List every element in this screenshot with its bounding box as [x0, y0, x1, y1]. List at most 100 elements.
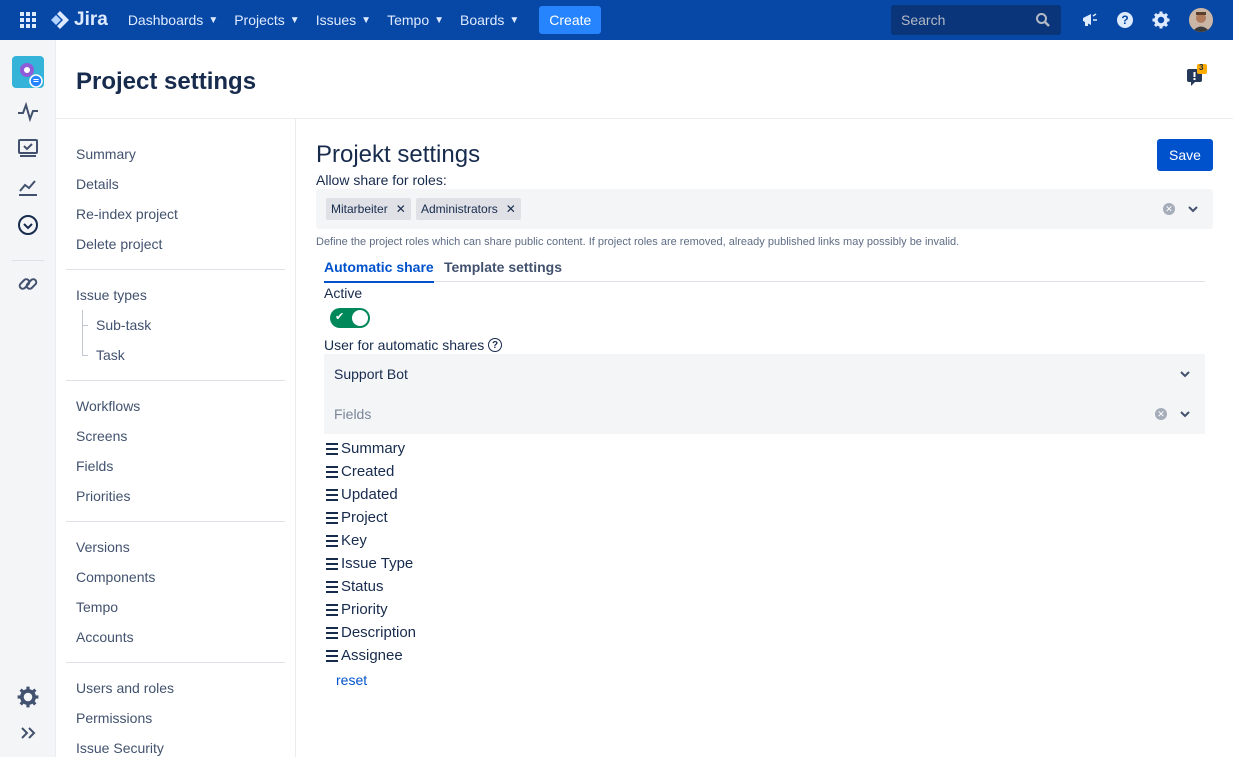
- sidebar-item-details[interactable]: Details: [66, 169, 285, 199]
- sidebar-item-users-and-roles[interactable]: Users and roles: [66, 673, 285, 703]
- field-label: Summary: [341, 440, 406, 457]
- chevron-down-icon[interactable]: [1188, 204, 1198, 214]
- remove-chip-icon[interactable]: ✕: [396, 202, 406, 216]
- search-icon: [1036, 13, 1050, 27]
- nav-tempo[interactable]: Tempo ▼: [379, 0, 452, 40]
- reset-link[interactable]: reset: [336, 672, 367, 688]
- project-avatar-icon[interactable]: [12, 56, 44, 88]
- help-icon[interactable]: ?: [1115, 10, 1135, 30]
- megaphone-icon[interactable]: [1080, 10, 1100, 30]
- toggle-knob: [352, 310, 368, 326]
- sidebar-item-tempo[interactable]: Tempo: [66, 592, 285, 622]
- sidebar-item-screens[interactable]: Screens: [66, 421, 285, 451]
- search-input[interactable]: Search: [891, 5, 1061, 35]
- list-item[interactable]: Status: [326, 575, 416, 598]
- sidebar-item-sub-task[interactable]: Sub-task: [66, 310, 285, 340]
- sidebar-item-issue-types[interactable]: Issue types: [66, 280, 285, 310]
- remove-chip-icon[interactable]: ✕: [506, 202, 516, 216]
- active-label: Active: [324, 285, 363, 301]
- drag-handle-icon[interactable]: [326, 648, 340, 663]
- settings-heading: Projekt settings: [316, 141, 481, 168]
- tab-bar: Automatic share Template settings: [324, 255, 1205, 283]
- drag-handle-icon[interactable]: [326, 441, 340, 456]
- list-item[interactable]: Description: [326, 621, 416, 644]
- save-button[interactable]: Save: [1157, 139, 1213, 171]
- user-select[interactable]: Support Bot: [324, 354, 1205, 394]
- role-chip-label: Administrators: [421, 202, 498, 216]
- sidebar-item-delete-project[interactable]: Delete project: [66, 229, 285, 259]
- chevron-down-icon: ▼: [361, 14, 372, 26]
- tab-template-settings[interactable]: Template settings: [444, 259, 562, 275]
- user-avatar[interactable]: [1189, 8, 1213, 32]
- user-label: User for automatic shares: [324, 337, 485, 353]
- tab-automatic-share[interactable]: Automatic share: [324, 259, 434, 283]
- fields-placeholder: Fields: [334, 406, 372, 422]
- sidebar-item-issue-security[interactable]: Issue Security: [66, 733, 285, 763]
- gear-icon[interactable]: [1151, 10, 1171, 30]
- list-item[interactable]: Project: [326, 506, 416, 529]
- sidebar-item-task[interactable]: Task: [66, 340, 285, 370]
- list-item[interactable]: Summary: [326, 437, 416, 460]
- drag-handle-icon[interactable]: [326, 602, 340, 617]
- drag-handle-icon[interactable]: [326, 510, 340, 525]
- link-icon[interactable]: [16, 272, 40, 296]
- active-toggle[interactable]: ✔: [330, 308, 370, 328]
- chevron-down-icon[interactable]: [1180, 369, 1190, 379]
- sidebar-group-schemes: Workflows Screens Fields Priorities: [56, 391, 295, 511]
- sidebar-item-versions[interactable]: Versions: [66, 532, 285, 562]
- nav-boards[interactable]: Boards ▼: [452, 0, 527, 40]
- list-item[interactable]: Priority: [326, 598, 416, 621]
- reports-icon[interactable]: [16, 175, 40, 199]
- jira-logo-icon: [51, 11, 69, 29]
- field-label: Status: [341, 578, 384, 595]
- drag-handle-icon[interactable]: [326, 464, 340, 479]
- question-icon[interactable]: ?: [488, 338, 502, 352]
- nav-dashboards[interactable]: Dashboards ▼: [120, 0, 226, 40]
- chevron-down-icon[interactable]: [1180, 409, 1190, 419]
- list-item[interactable]: Issue Type: [326, 552, 416, 575]
- sidebar-item-permissions[interactable]: Permissions: [66, 703, 285, 733]
- fields-select[interactable]: Fields ✕: [324, 394, 1205, 434]
- clear-icon[interactable]: ✕: [1155, 408, 1167, 420]
- drag-handle-icon[interactable]: [326, 556, 340, 571]
- clear-icon[interactable]: ✕: [1163, 203, 1175, 215]
- settings-gear-icon[interactable]: [16, 685, 40, 709]
- list-item[interactable]: Key: [326, 529, 416, 552]
- list-item[interactable]: Assignee: [326, 644, 416, 667]
- sidebar-item-fields[interactable]: Fields: [66, 451, 285, 481]
- nav-issues[interactable]: Issues ▼: [308, 0, 379, 40]
- drag-handle-icon[interactable]: [326, 533, 340, 548]
- field-label: Priority: [341, 601, 388, 618]
- timer-icon[interactable]: [16, 213, 40, 237]
- app-switcher-icon[interactable]: [8, 0, 48, 40]
- field-label: Issue Type: [341, 555, 414, 572]
- feedback-notification-icon[interactable]: 3: [1186, 63, 1208, 93]
- sidebar-item-priorities[interactable]: Priorities: [66, 481, 285, 511]
- sidebar-item-components[interactable]: Components: [66, 562, 285, 592]
- search-placeholder: Search: [901, 12, 946, 28]
- drag-handle-icon[interactable]: [326, 487, 340, 502]
- sidebar-item-summary[interactable]: Summary: [66, 139, 285, 169]
- expand-icon[interactable]: [16, 721, 40, 745]
- drag-handle-icon[interactable]: [326, 579, 340, 594]
- sidebar-item-workflows[interactable]: Workflows: [66, 391, 285, 421]
- drag-handle-icon[interactable]: [326, 625, 340, 640]
- chevron-down-icon: ▼: [208, 14, 219, 26]
- list-item[interactable]: Created: [326, 460, 416, 483]
- board-icon[interactable]: [16, 137, 40, 161]
- role-chip-label: Mitarbeiter: [331, 202, 388, 216]
- create-button[interactable]: Create: [539, 6, 602, 34]
- sidebar-item-reindex-project[interactable]: Re-index project: [66, 199, 285, 229]
- sidebar-item-accounts[interactable]: Accounts: [66, 622, 285, 652]
- activity-icon[interactable]: [16, 100, 40, 124]
- roles-multiselect[interactable]: Mitarbeiter ✕ Administrators ✕ ✕: [316, 189, 1213, 229]
- sidebar-divider: [66, 662, 285, 663]
- list-item[interactable]: Updated: [326, 483, 416, 506]
- product-name: Jira: [74, 9, 108, 30]
- sidebar-group-general: Summary Details Re-index project Delete …: [56, 139, 295, 259]
- notification-count: 3: [1199, 63, 1204, 72]
- check-icon: ✔: [335, 311, 345, 323]
- sidebar-group-releases: Versions Components Tempo Accounts: [56, 532, 295, 652]
- jira-logo[interactable]: Jira: [50, 9, 108, 31]
- nav-projects[interactable]: Projects ▼: [226, 0, 307, 40]
